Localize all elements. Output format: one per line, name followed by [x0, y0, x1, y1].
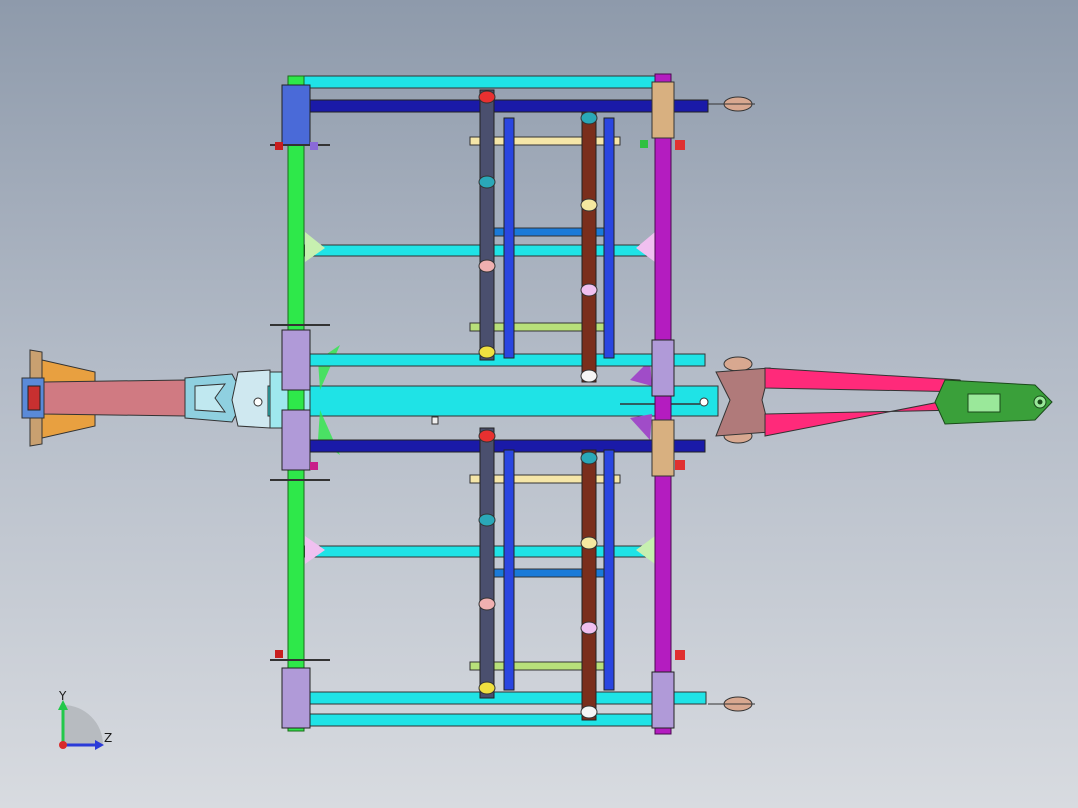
drawbar-hitch[interactable] — [715, 367, 1053, 437]
upper-frame[interactable] — [289, 75, 709, 367]
origin-dot — [59, 741, 67, 749]
cultivator-frame-model[interactable]: Y Z — [0, 0, 1078, 808]
z-axis-label: Z — [104, 731, 112, 745]
rear-axle-assembly[interactable] — [21, 349, 246, 447]
lower-frame[interactable] — [289, 439, 707, 727]
coordinate-triad: Y Z — [58, 689, 112, 750]
cad-viewport[interactable]: Y Z — [0, 0, 1078, 808]
y-axis-label: Y — [58, 689, 67, 703]
